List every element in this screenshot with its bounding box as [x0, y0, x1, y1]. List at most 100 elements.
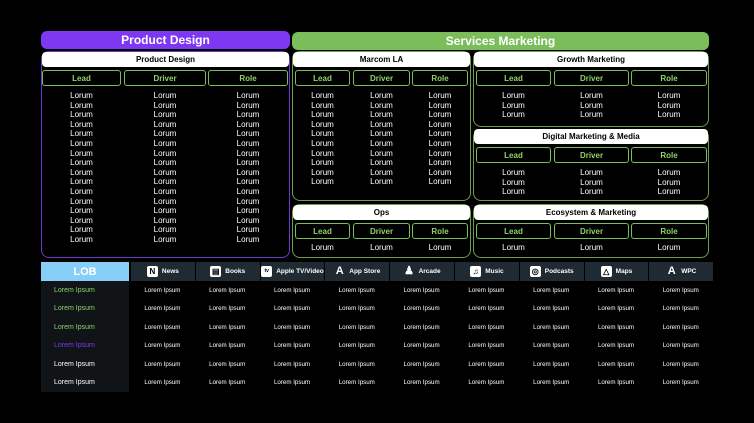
filler-text: Lorum [153, 91, 177, 100]
app-header-label: News [161, 268, 179, 275]
filler-text: Lorum [153, 177, 177, 187]
lob-cell: Lorem Ipsum [338, 342, 375, 350]
filler-text: Lorum [428, 167, 452, 177]
lob-cell: Lorem Ipsum [144, 286, 181, 294]
lob-cell: Lorem Ipsum [209, 286, 246, 294]
filler-text: Lorum [657, 168, 681, 177]
app-header-wpc: A WPC [648, 262, 714, 281]
filler-text: Lorum [580, 243, 603, 252]
lob-cell: Lorem Ipsum [403, 360, 440, 368]
filler-text: Lorum [580, 91, 603, 100]
marcom-la-driver-column: Lorum Lorum Lorum Lorum Lorum Lorum Lorum Lorum… [353, 91, 410, 187]
filler-text: Lorum [153, 148, 177, 158]
filler-text: Lorum [428, 243, 452, 252]
lob-cell: Lorem Ipsum [662, 360, 699, 368]
growth-marketing-role-header: Role [631, 70, 707, 86]
filler-text: Lorum [428, 100, 452, 110]
filler-text: Lorum [580, 168, 603, 177]
lob-cell: Lorem Ipsum [209, 342, 246, 350]
filler-text: Lorum [153, 119, 177, 129]
growth-marketing-title: Growth Marketing [474, 52, 708, 67]
digital-marketing-driver-header: Driver [554, 147, 629, 163]
ecosystem-lead-header: Lead [476, 223, 551, 239]
filler-text: Lorum [153, 225, 177, 235]
lob-cell: Lorem Ipsum [144, 323, 181, 331]
wpc-icon: A [667, 265, 676, 277]
filler-text: Lorum [370, 243, 393, 252]
filler-text: Lorum [153, 129, 177, 139]
filler-text: Lorum [153, 100, 177, 110]
lob-cell: Lorem Ipsum [144, 342, 181, 350]
digital-marketing-lead-header: Lead [476, 147, 551, 163]
lob-cell: Lorem Ipsum [597, 286, 635, 294]
filler-text: Lorum [236, 196, 260, 206]
lob-cell: Lorem Ipsum [273, 360, 311, 368]
filler-text: Lorum [502, 110, 525, 120]
lob-cell: Lorem Ipsum [533, 360, 570, 368]
app-store-icon: A [335, 265, 344, 277]
ops-title: Ops [293, 205, 470, 220]
lob-cell: Lorem Ipsum [338, 286, 375, 294]
ecosystem-lead-column: Lorum [476, 243, 551, 253]
filler-text: Lorum [70, 119, 93, 129]
filler-text: Lorum [236, 206, 260, 216]
filler-text: Lorum [153, 138, 177, 148]
lob-cell: Lorem Ipsum [273, 305, 311, 313]
filler-text: Lorum [236, 148, 260, 158]
filler-text: Lorum [153, 110, 177, 120]
filler-text: Lorum [70, 138, 93, 148]
services-marketing-banner: Services Marketing [292, 32, 709, 50]
filler-text: Lorum [236, 215, 260, 225]
filler-text: Lorum [70, 177, 93, 187]
app-header-podcasts: ◎ Podcasts [518, 262, 584, 281]
lob-cell: Lorem Ipsum [403, 305, 440, 313]
lob-row-label: Lorem Ipsum [54, 360, 95, 368]
lob-cell: Lorem Ipsum [273, 323, 311, 331]
lob-cell: Lorem Ipsum [533, 286, 570, 294]
filler-text: Lorum [370, 129, 393, 139]
lob-cell: Lorem Ipsum [338, 360, 375, 368]
filler-text: Lorum [153, 196, 177, 206]
filler-text: Lorum [657, 100, 681, 110]
apple-tv-icon: tv [261, 266, 273, 277]
app-header-maps: △ Maps [583, 262, 649, 281]
filler-text: Lorum [311, 91, 334, 100]
filler-text: Lorum [428, 138, 452, 148]
filler-text: Lorum [428, 129, 452, 139]
digital-marketing-lead-column: Lorum Lorum Lorum [476, 168, 551, 197]
app-header-label: Arcade [418, 268, 441, 275]
lob-cell: Lorem Ipsum [209, 360, 246, 368]
marcom-la-role-header: Role [412, 70, 468, 86]
growth-marketing-driver-header: Driver [554, 70, 629, 86]
lob-cell: Lorem Ipsum [468, 323, 505, 331]
lob-header: LOB [41, 262, 129, 281]
lob-cell: Lorem Ipsum [144, 305, 181, 313]
filler-text: Lorum [236, 129, 260, 139]
lob-cell: Lorem Ipsum [533, 305, 570, 313]
filler-text: Lorum [236, 186, 260, 196]
filler-text: Lorum [236, 110, 260, 120]
app-header-music: ♫ Music [454, 262, 519, 281]
filler-text: Lorum [236, 177, 260, 187]
marcom-la-lead-column: Lorum Lorum Lorum Lorum Lorum Lorum Lorum Lorum… [295, 91, 350, 187]
filler-text: Lorum [502, 100, 525, 110]
lob-row-label: Lorem Ipsum [54, 305, 95, 313]
filler-text: Lorum [70, 158, 93, 168]
lob-cell: Lorem Ipsum [533, 342, 570, 350]
filler-text: Lorum [153, 158, 177, 168]
filler-text: Lorum [580, 110, 603, 120]
filler-text: Lorum [580, 177, 603, 187]
digital-marketing-role-header: Role [631, 147, 707, 163]
app-header-label: Books [225, 268, 246, 275]
filler-text: Lorum [311, 148, 334, 158]
lob-cell: Lorem Ipsum [403, 286, 440, 294]
filler-text: Lorum [236, 91, 260, 100]
filler-text: Lorum [311, 177, 334, 187]
filler-text: Lorum [370, 119, 393, 129]
filler-text: Lorum [311, 119, 334, 129]
lob-cell: Lorem Ipsum [662, 323, 699, 331]
filler-text: Lorum [311, 100, 334, 110]
filler-text: Lorum [502, 243, 525, 252]
filler-text: Lorum [70, 100, 93, 110]
ecosystem-role-header: Role [631, 223, 707, 239]
